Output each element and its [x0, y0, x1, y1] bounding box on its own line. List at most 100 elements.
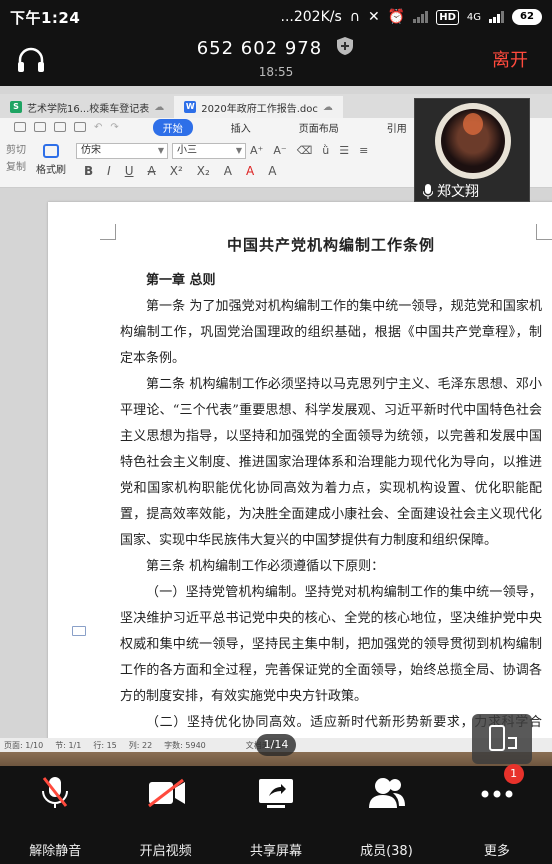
- ribbon-tab-start[interactable]: 开始: [152, 118, 193, 136]
- meeting-header: 652 602 978 18:55 离开: [0, 34, 552, 86]
- alarm-icon: ⏰: [387, 9, 406, 25]
- ribbon-tab-layout[interactable]: 页面布局: [289, 119, 349, 136]
- copy-button[interactable]: 复制: [6, 159, 26, 176]
- underline-icon[interactable]: U: [125, 164, 134, 178]
- status-bar: 下午1:24 ...202K/s ∩ ✕ ⏰ HD 4G 62: [0, 0, 552, 34]
- cloud-icon: ☁: [154, 101, 165, 113]
- format-painter-label: 格式刷: [36, 165, 66, 176]
- control-label: 成员(38): [360, 844, 413, 859]
- document-body: 中国共产党机构编制工作条例 第一章 总则 第一条 为了加强党对机构编制工作的集中…: [120, 232, 542, 766]
- preview-icon[interactable]: [74, 122, 86, 132]
- share-screen-icon: [259, 779, 294, 808]
- headphone-status-icon: ∩: [349, 9, 361, 25]
- pinyin-icon[interactable]: ǜ: [322, 144, 329, 157]
- mute-status-icon: ✕: [368, 9, 380, 25]
- start-video-button[interactable]: 开启视频: [110, 766, 220, 864]
- article-paragraph: 第二条 机构编制工作必须坚持以马克思列宁主义、毛泽东思想、邓小平理论、“三个代表…: [120, 377, 542, 548]
- strikethrough-icon[interactable]: A: [148, 164, 156, 178]
- col-position: 列: 22: [128, 740, 153, 750]
- ribbon-tab-insert[interactable]: 插入: [221, 119, 261, 136]
- font-size-select[interactable]: 小三 ▼: [172, 143, 246, 159]
- print-icon[interactable]: [54, 122, 66, 132]
- chapter-heading: 第一章 总则: [146, 273, 216, 288]
- unmute-button[interactable]: 解除静音: [0, 766, 110, 864]
- undo-icon[interactable]: ↶: [94, 122, 102, 133]
- font-name-value: 仿宋: [81, 145, 101, 156]
- control-label: 解除静音: [29, 844, 82, 859]
- leave-button[interactable]: 离开: [492, 46, 528, 72]
- members-button[interactable]: 成员(38): [331, 766, 441, 864]
- grow-font-icon[interactable]: A⁺: [250, 144, 263, 157]
- superscript-icon[interactable]: X²: [170, 164, 183, 178]
- article-paragraph: 第三条 机构编制工作必须遵循以下原则：: [146, 559, 385, 574]
- tab-spreadsheet[interactable]: S 艺术学院16...校乘车登记表 ☁: [0, 96, 174, 118]
- document-page[interactable]: 中国共产党机构编制工作条例 第一章 总则 第一条 为了加强党对机构编制工作的集中…: [48, 202, 552, 766]
- share-page-indicator: 1/14: [256, 734, 296, 756]
- meeting-timer: 18:55: [258, 65, 294, 79]
- save-icon[interactable]: [34, 122, 46, 132]
- status-icons: ...202K/s ∩ ✕ ⏰ HD 4G 62: [281, 9, 542, 25]
- font-size-value: 小三: [177, 145, 197, 156]
- avatar: [435, 103, 511, 179]
- switch-view-button[interactable]: [472, 714, 532, 764]
- numbered-list-icon[interactable]: ≡: [359, 144, 368, 157]
- share-screen-button[interactable]: 共享屏幕: [221, 766, 331, 864]
- article-paragraph: （一）坚持党管机构编制。坚持党对机构编制工作的集中统一领导，坚决维护习近平总书记…: [120, 585, 542, 704]
- participant-video-tile[interactable]: 郑文翔: [414, 98, 530, 202]
- phone-rotate-icon: [489, 725, 517, 751]
- spreadsheet-file-icon: S: [10, 101, 22, 113]
- avatar-highlight: [463, 113, 483, 135]
- open-icon[interactable]: [14, 122, 26, 132]
- hd-badge: HD: [436, 9, 459, 25]
- text-format-tools: B I U A X² X₂ A A A: [84, 164, 276, 178]
- chevron-down-icon: ▼: [157, 146, 164, 155]
- redo-icon[interactable]: ↷: [110, 122, 118, 133]
- comment-marker-icon[interactable]: [72, 626, 86, 636]
- participant-name: 郑文翔: [437, 184, 479, 200]
- meeting-info: 652 602 978 18:55: [0, 36, 552, 79]
- section-count: 节: 1/1: [55, 740, 82, 750]
- clear-format-icon[interactable]: ⌫: [297, 144, 313, 157]
- italic-icon[interactable]: I: [107, 164, 111, 178]
- meeting-controls: 解除静音 开启视频 共享屏幕 成员(38) 1 更多: [0, 764, 552, 864]
- font-name-select[interactable]: 仿宋 ▼: [76, 143, 168, 159]
- control-label: 共享屏幕: [250, 844, 303, 859]
- battery-icon: 62: [512, 9, 542, 25]
- net-speed: ...202K/s: [280, 9, 342, 25]
- char-border-icon[interactable]: A: [268, 164, 276, 178]
- battery-level: 62: [512, 9, 542, 25]
- word-count: 字数: 5940: [164, 740, 206, 750]
- tab-document[interactable]: W 2020年政府工作报告.doc ☁: [174, 96, 343, 118]
- video-off-icon: [147, 778, 185, 808]
- font-color-icon[interactable]: A: [246, 164, 254, 178]
- page-count: 页面: 1/10: [4, 740, 44, 750]
- clipboard-group: 剪切 复制: [6, 142, 26, 176]
- list-icon[interactable]: ☰: [339, 144, 349, 157]
- article-paragraph: 第一条 为了加强党对机构编制工作的集中统一领导，规范党和国家机构编制工作，巩固党…: [120, 299, 542, 366]
- subscript-icon[interactable]: X₂: [197, 164, 210, 178]
- highlight-icon[interactable]: A: [224, 164, 232, 178]
- row-position: 行: 15: [93, 740, 117, 750]
- ribbon-tab-reference[interactable]: 引用: [377, 119, 417, 136]
- size-tools: A⁺ A⁻ ⌫ ǜ ☰ ≡: [250, 144, 368, 157]
- crop-mark: [100, 224, 116, 240]
- bold-icon[interactable]: B: [84, 164, 93, 178]
- shrink-font-icon[interactable]: A⁻: [273, 144, 286, 157]
- word-file-icon: W: [184, 101, 197, 113]
- cloud-icon: ☁: [322, 101, 333, 113]
- cut-button[interactable]: 剪切: [6, 142, 26, 159]
- members-icon: [369, 778, 406, 808]
- more-button[interactable]: 1 更多: [442, 764, 552, 864]
- clock: 下午1:24: [10, 8, 81, 27]
- control-label: 开启视频: [139, 844, 192, 859]
- format-painter-icon: [43, 144, 59, 158]
- meeting-id[interactable]: 652 602 978: [197, 38, 323, 59]
- wifi-signal-icon: [413, 11, 429, 23]
- document-title: 中国共产党机构编制工作条例: [226, 236, 435, 254]
- control-label: 更多: [483, 844, 510, 859]
- participant-name-row: 郑文翔: [423, 181, 479, 201]
- format-painter-button[interactable]: 格式刷: [36, 144, 66, 176]
- tab-label: 2020年政府工作报告.doc: [201, 103, 318, 115]
- notification-badge: 1: [503, 764, 524, 784]
- shield-icon[interactable]: [335, 36, 355, 56]
